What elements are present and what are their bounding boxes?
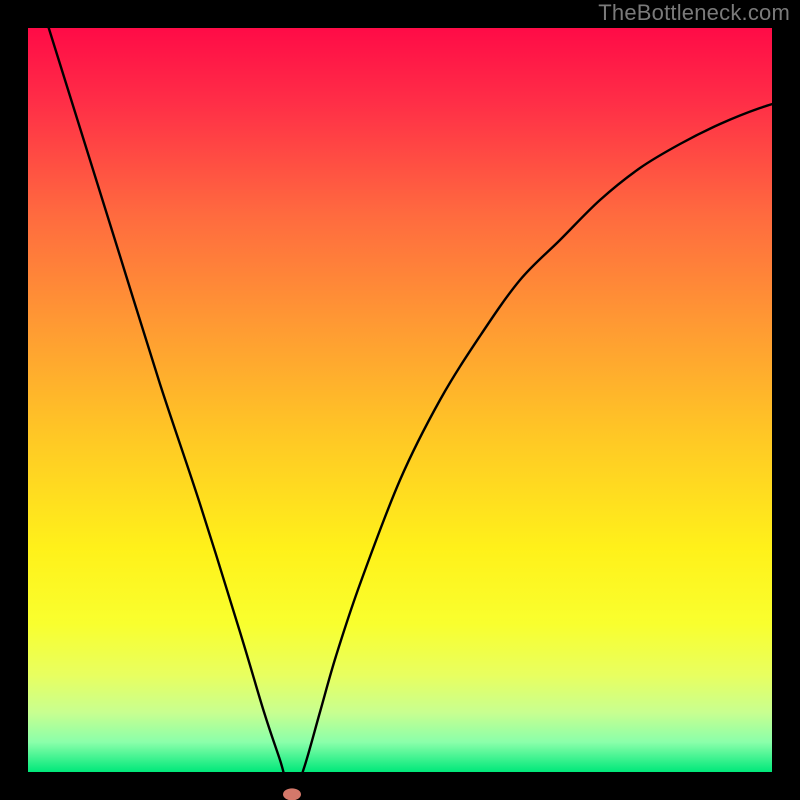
watermark-text: TheBottleneck.com xyxy=(598,0,790,26)
bottleneck-chart xyxy=(0,0,800,800)
plot-background xyxy=(28,28,772,772)
chart-container: TheBottleneck.com xyxy=(0,0,800,800)
optimum-marker xyxy=(283,788,301,800)
